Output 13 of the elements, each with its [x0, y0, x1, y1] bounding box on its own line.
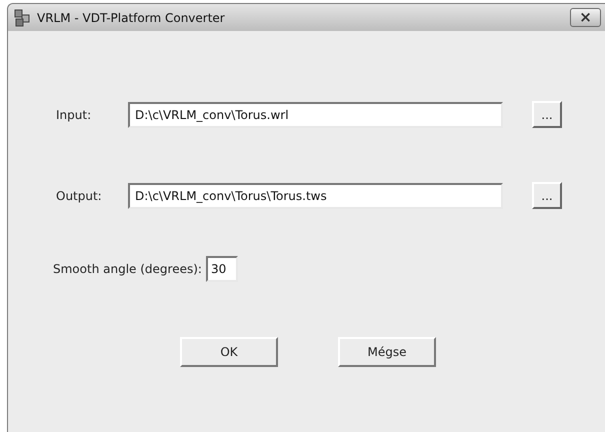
- field-label: Input:: [55, 108, 92, 122]
- path-field[interactable]: D:\c\VRLM_conv\Torus\Torus.tws: [128, 182, 503, 208]
- browse-button[interactable]: ...: [532, 101, 562, 128]
- ok-button[interactable]: OK: [180, 337, 278, 367]
- browse-button[interactable]: ...: [532, 182, 562, 209]
- path-field[interactable]: D:\c\VRLM_conv\Torus.wrl: [128, 102, 503, 128]
- window-title: VRLM - VDT-Platform Converter: [37, 10, 226, 24]
- cancel-button[interactable]: Mégse: [338, 337, 436, 367]
- close-button[interactable]: ×: [570, 8, 601, 27]
- app-icon: [13, 8, 31, 26]
- field-label: Smooth angle (degrees):: [52, 262, 202, 276]
- angle-field[interactable]: 30: [206, 256, 238, 282]
- field-label: Output:: [55, 188, 103, 202]
